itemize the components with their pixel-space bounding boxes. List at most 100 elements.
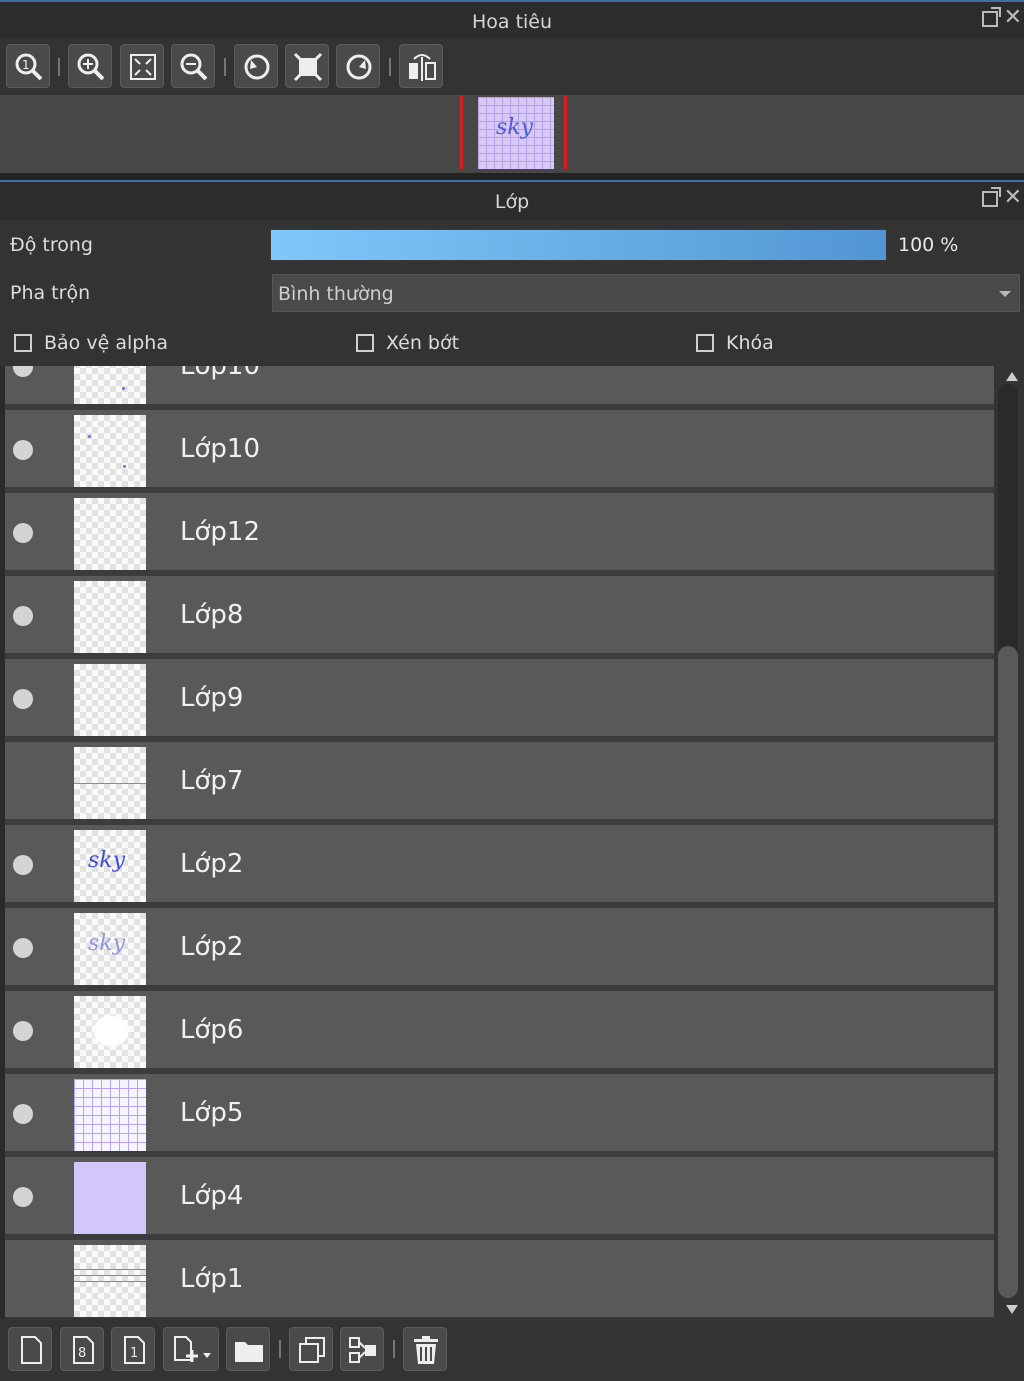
checkbox-label: Khóa bbox=[726, 332, 774, 354]
zoom-out-icon bbox=[180, 53, 208, 81]
layer-row[interactable]: sky Lớp2 bbox=[5, 908, 994, 988]
visibility-dot-icon[interactable] bbox=[13, 1187, 33, 1207]
zoom-out-button[interactable] bbox=[171, 44, 215, 88]
layers-title: Lớp bbox=[494, 191, 530, 213]
visibility-dot-icon[interactable] bbox=[13, 1104, 33, 1124]
toolbar-separator bbox=[279, 1340, 281, 1358]
layer-name: Lớp10 bbox=[180, 434, 260, 464]
lock-checkbox[interactable]: Khóa bbox=[696, 332, 774, 354]
flip-horizontal-icon bbox=[409, 54, 436, 81]
protect-alpha-checkbox[interactable]: Bảo vệ alpha bbox=[14, 332, 168, 354]
reset-rotation-button[interactable] bbox=[285, 44, 329, 88]
opacity-slider[interactable] bbox=[270, 229, 887, 261]
layer-name: Lớp8 bbox=[180, 600, 244, 630]
visibility-dot-icon[interactable] bbox=[13, 1021, 33, 1041]
panel-divider[interactable] bbox=[0, 173, 1024, 182]
layer-row[interactable]: Lớp10 bbox=[5, 366, 994, 407]
chevron-down-icon bbox=[999, 291, 1011, 297]
checkbox-box[interactable] bbox=[14, 334, 32, 352]
layer-name: Lớp9 bbox=[180, 683, 244, 713]
navigator-header: Hoa tiêu ✕ bbox=[0, 0, 1024, 38]
popout-icon[interactable] bbox=[982, 7, 1001, 27]
zoom-actual-icon: 1 bbox=[15, 53, 43, 81]
rotate-left-button[interactable] bbox=[234, 44, 278, 88]
flip-horizontal-button[interactable] bbox=[399, 44, 443, 88]
blend-mode-select[interactable]: Bình thường bbox=[272, 274, 1020, 312]
visibility-dot-icon[interactable] bbox=[13, 523, 33, 543]
layer-thumbnail bbox=[74, 498, 146, 570]
signature-artwork: sky bbox=[496, 115, 534, 140]
layer-thumbnail bbox=[74, 747, 146, 819]
layer-name: Lớp5 bbox=[180, 1098, 244, 1128]
visibility-dot-icon[interactable] bbox=[13, 938, 33, 958]
svg-text:8: 8 bbox=[78, 1346, 86, 1361]
zoom-actual-button[interactable]: 1 bbox=[6, 44, 50, 88]
layer-properties: Độ trong 100 % Pha trộn Bình thường Bảo … bbox=[0, 220, 1024, 366]
navigator-toolbar: 1 bbox=[0, 38, 1024, 95]
scroll-up-icon[interactable] bbox=[1006, 372, 1018, 381]
layer-name: Lớp2 bbox=[180, 932, 244, 962]
opacity-label: Độ trong bbox=[10, 234, 93, 256]
new-layer-button[interactable] bbox=[8, 1327, 52, 1371]
navigator-title: Hoa tiêu bbox=[471, 11, 553, 33]
zoom-in-button[interactable] bbox=[68, 44, 112, 88]
zoom-in-icon bbox=[77, 53, 105, 81]
toolbar-separator bbox=[393, 1340, 395, 1358]
layer-list-scrollbar[interactable] bbox=[994, 366, 1024, 1318]
new-1bit-layer-button[interactable]: 1 bbox=[111, 1327, 155, 1371]
clipping-checkbox[interactable]: Xén bớt bbox=[356, 332, 459, 354]
popout-icon[interactable] bbox=[982, 187, 1001, 207]
layer-thumbnail bbox=[74, 415, 146, 487]
rotate-right-button[interactable] bbox=[336, 44, 380, 88]
visibility-dot-icon[interactable] bbox=[13, 366, 33, 377]
rotate-left-icon bbox=[244, 54, 270, 80]
close-icon[interactable]: ✕ bbox=[1004, 185, 1022, 210]
new-8bit-layer-button[interactable]: 8 bbox=[60, 1327, 104, 1371]
rotate-right-icon bbox=[346, 54, 372, 80]
close-icon[interactable]: ✕ bbox=[1004, 5, 1022, 30]
visibility-dot-icon[interactable] bbox=[13, 440, 33, 460]
layer-name: Lớp2 bbox=[180, 849, 244, 879]
signature-artwork: sky bbox=[88, 848, 126, 873]
merge-down-button[interactable] bbox=[340, 1327, 384, 1371]
layer-thumbnail: sky bbox=[74, 830, 146, 902]
blend-mode-value: Bình thường bbox=[278, 283, 394, 305]
layer-list: Lớp10 Lớp10 Lớp12 Lớp8 Lớp9 Lớp7 sky Lớp… bbox=[5, 366, 994, 1318]
svg-text:1: 1 bbox=[130, 1346, 138, 1361]
scroll-down-icon[interactable] bbox=[1006, 1305, 1018, 1314]
layer-row[interactable]: Lớp4 bbox=[5, 1157, 994, 1237]
layer-row[interactable]: Lớp10 bbox=[5, 410, 994, 490]
layer-row[interactable]: Lớp6 bbox=[5, 991, 994, 1071]
delete-layer-button[interactable] bbox=[403, 1327, 447, 1371]
layer-name: Lớp6 bbox=[180, 1015, 244, 1045]
layer-name: Lớp4 bbox=[180, 1181, 244, 1211]
layer-row[interactable]: Lớp12 bbox=[5, 493, 994, 573]
navigator-preview[interactable]: sky bbox=[0, 95, 1024, 173]
add-layer-menu-button[interactable] bbox=[163, 1327, 219, 1371]
layer-row[interactable]: Lớp9 bbox=[5, 659, 994, 739]
scroll-thumb[interactable] bbox=[998, 646, 1018, 1298]
navigator-canvas-thumbnail: sky bbox=[478, 97, 554, 169]
toolbar-separator bbox=[224, 58, 226, 76]
visibility-dot-icon[interactable] bbox=[13, 606, 33, 626]
blend-label: Pha trộn bbox=[10, 282, 91, 304]
layer-thumbnail bbox=[74, 1162, 146, 1234]
new-folder-button[interactable] bbox=[226, 1327, 270, 1371]
toolbar-separator bbox=[58, 58, 60, 76]
visibility-dot-icon[interactable] bbox=[13, 855, 33, 875]
layer-row[interactable]: Lớp8 bbox=[5, 576, 994, 656]
layer-thumbnail bbox=[74, 1245, 146, 1317]
visibility-dot-icon[interactable] bbox=[13, 689, 33, 709]
fit-screen-button[interactable] bbox=[120, 44, 164, 88]
checkbox-box[interactable] bbox=[356, 334, 374, 352]
duplicate-layer-button[interactable] bbox=[289, 1327, 333, 1371]
checkbox-box[interactable] bbox=[696, 334, 714, 352]
layer-name: Lớp10 bbox=[180, 366, 260, 381]
layer-thumbnail bbox=[74, 664, 146, 736]
layer-row[interactable]: sky Lớp2 bbox=[5, 825, 994, 905]
layer-row[interactable]: Lớp5 bbox=[5, 1074, 994, 1154]
layer-name: Lớp12 bbox=[180, 517, 260, 547]
layer-row[interactable]: Lớp1 bbox=[5, 1240, 994, 1318]
layer-row[interactable]: Lớp7 bbox=[5, 742, 994, 822]
add-layer-menu-icon bbox=[174, 1336, 211, 1362]
